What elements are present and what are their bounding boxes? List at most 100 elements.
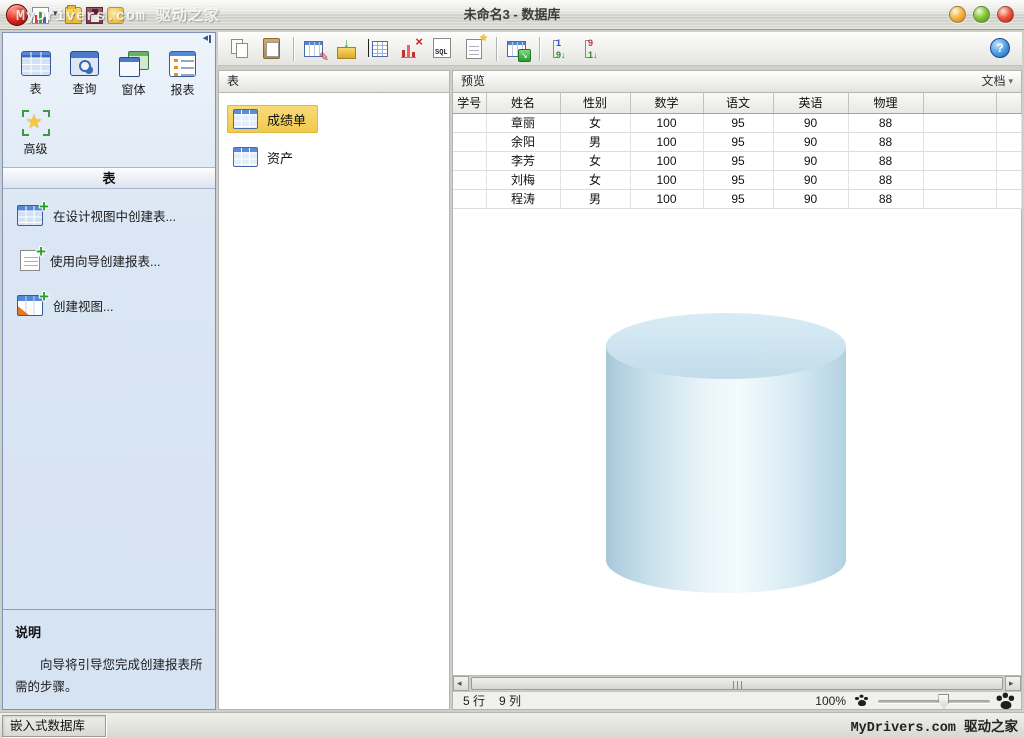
column-header[interactable]: 数学 [630, 93, 703, 113]
table-cell[interactable] [996, 170, 1021, 189]
table-cell[interactable]: 95 [703, 151, 773, 170]
table-cell[interactable] [453, 189, 486, 208]
table-row[interactable]: 刘梅女100959088 [453, 170, 1021, 189]
zoom-in-paw-icon[interactable] [997, 692, 1016, 708]
table-row[interactable]: 程涛男100959088 [453, 189, 1021, 208]
paste-icon[interactable] [257, 34, 287, 64]
export-table-icon[interactable] [503, 34, 533, 64]
table-cell[interactable] [923, 189, 996, 208]
sql-editor-icon[interactable] [428, 34, 458, 64]
column-header[interactable]: 性别 [560, 93, 630, 113]
app-logo-icon[interactable] [6, 4, 28, 26]
scroll-left-icon[interactable] [453, 676, 469, 691]
table-cell[interactable] [923, 151, 996, 170]
object-button-report[interactable]: 报表 [158, 51, 207, 98]
table-cell[interactable]: 88 [848, 151, 923, 170]
table-cell[interactable] [453, 113, 486, 132]
table-cell[interactable]: 90 [773, 189, 848, 208]
close-button[interactable] [997, 6, 1014, 23]
table-cell[interactable]: 女 [560, 170, 630, 189]
table-cell[interactable]: 90 [773, 151, 848, 170]
table-cell[interactable]: 95 [703, 113, 773, 132]
sidebar-action-create-view[interactable]: 创建视图... [17, 295, 215, 316]
object-button-table[interactable]: 表 [11, 51, 60, 98]
table-cell[interactable] [923, 113, 996, 132]
table-cell[interactable]: 100 [630, 113, 703, 132]
document-menu[interactable]: 文档 [981, 71, 1013, 92]
sidebar-action-create-table[interactable]: 在设计视图中创建表... [17, 205, 215, 226]
design-table-icon[interactable] [300, 34, 330, 64]
sidebar-action-create-report[interactable]: 使用向导创建报表... [17, 250, 215, 271]
import-icon[interactable] [332, 34, 362, 64]
table-cell[interactable]: 90 [773, 113, 848, 132]
copy-icon[interactable] [225, 34, 255, 64]
table-cell[interactable] [453, 151, 486, 170]
column-header[interactable] [996, 93, 1021, 113]
table-cell[interactable] [996, 189, 1021, 208]
table-cell[interactable] [923, 132, 996, 151]
table-cell[interactable] [996, 132, 1021, 151]
table-cell[interactable]: 李芳 [486, 151, 560, 170]
table-cell[interactable]: 100 [630, 189, 703, 208]
table-cell[interactable]: 100 [630, 132, 703, 151]
table-cell[interactable]: 男 [560, 189, 630, 208]
table-cell[interactable]: 95 [703, 189, 773, 208]
column-header[interactable]: 英语 [773, 93, 848, 113]
table-cell[interactable]: 程涛 [486, 189, 560, 208]
open-folder-icon[interactable] [65, 7, 82, 24]
zoom-slider-thumb[interactable] [938, 694, 949, 709]
table-cell[interactable]: 100 [630, 151, 703, 170]
new-report-icon[interactable] [460, 34, 490, 64]
table-cell[interactable]: 88 [848, 113, 923, 132]
new-chart-icon[interactable] [32, 7, 49, 24]
horizontal-scrollbar[interactable] [453, 675, 1021, 691]
table-cell[interactable] [996, 113, 1021, 132]
table-cell[interactable]: 女 [560, 151, 630, 170]
undo-icon[interactable] [107, 7, 124, 24]
table-list-item[interactable]: 资产 [227, 143, 305, 171]
column-header[interactable] [923, 93, 996, 113]
table-row[interactable]: 余阳男100959088 [453, 132, 1021, 151]
table-cell[interactable]: 章丽 [486, 113, 560, 132]
column-header[interactable]: 物理 [848, 93, 923, 113]
sort-descending-icon[interactable] [578, 34, 608, 64]
table-cell[interactable] [923, 170, 996, 189]
insert-table-icon[interactable] [364, 34, 394, 64]
zoom-out-paw-icon[interactable] [855, 695, 869, 707]
table-cell[interactable]: 90 [773, 132, 848, 151]
zoom-slider[interactable] [878, 693, 990, 709]
collapse-sidebar-icon[interactable] [197, 35, 211, 45]
table-cell[interactable]: 90 [773, 170, 848, 189]
table-cell[interactable]: 余阳 [486, 132, 560, 151]
table-cell[interactable] [996, 151, 1021, 170]
column-header[interactable]: 学号 [453, 93, 486, 113]
column-header[interactable]: 语文 [703, 93, 773, 113]
table-cell[interactable]: 95 [703, 132, 773, 151]
scroll-right-icon[interactable] [1005, 676, 1021, 691]
table-cell[interactable]: 男 [560, 132, 630, 151]
table-cell[interactable]: 女 [560, 113, 630, 132]
save-icon[interactable] [86, 7, 103, 24]
object-button-advanced[interactable]: 高级 [11, 110, 60, 157]
table-cell[interactable]: 88 [848, 170, 923, 189]
delete-chart-icon[interactable] [396, 34, 426, 64]
object-button-query[interactable]: 查询 [60, 51, 109, 98]
table-cell[interactable]: 刘梅 [486, 170, 560, 189]
table-list-item[interactable]: 成绩单 [227, 105, 318, 133]
help-icon[interactable] [990, 38, 1010, 58]
table-cell[interactable]: 100 [630, 170, 703, 189]
table-row[interactable]: 李芳女100959088 [453, 151, 1021, 170]
object-button-form[interactable]: 窗体 [109, 51, 158, 98]
table-row[interactable]: 章丽女100959088 [453, 113, 1021, 132]
table-cell[interactable]: 95 [703, 170, 773, 189]
scrollbar-thumb[interactable] [471, 677, 1003, 690]
table-cell[interactable] [453, 170, 486, 189]
chevron-down-icon[interactable] [53, 7, 61, 24]
table-cell[interactable]: 88 [848, 189, 923, 208]
column-header[interactable]: 姓名 [486, 93, 560, 113]
sort-ascending-icon[interactable] [546, 34, 576, 64]
table-cell[interactable]: 88 [848, 132, 923, 151]
table-cell[interactable] [453, 132, 486, 151]
maximize-button[interactable] [973, 6, 990, 23]
minimize-button[interactable] [949, 6, 966, 23]
